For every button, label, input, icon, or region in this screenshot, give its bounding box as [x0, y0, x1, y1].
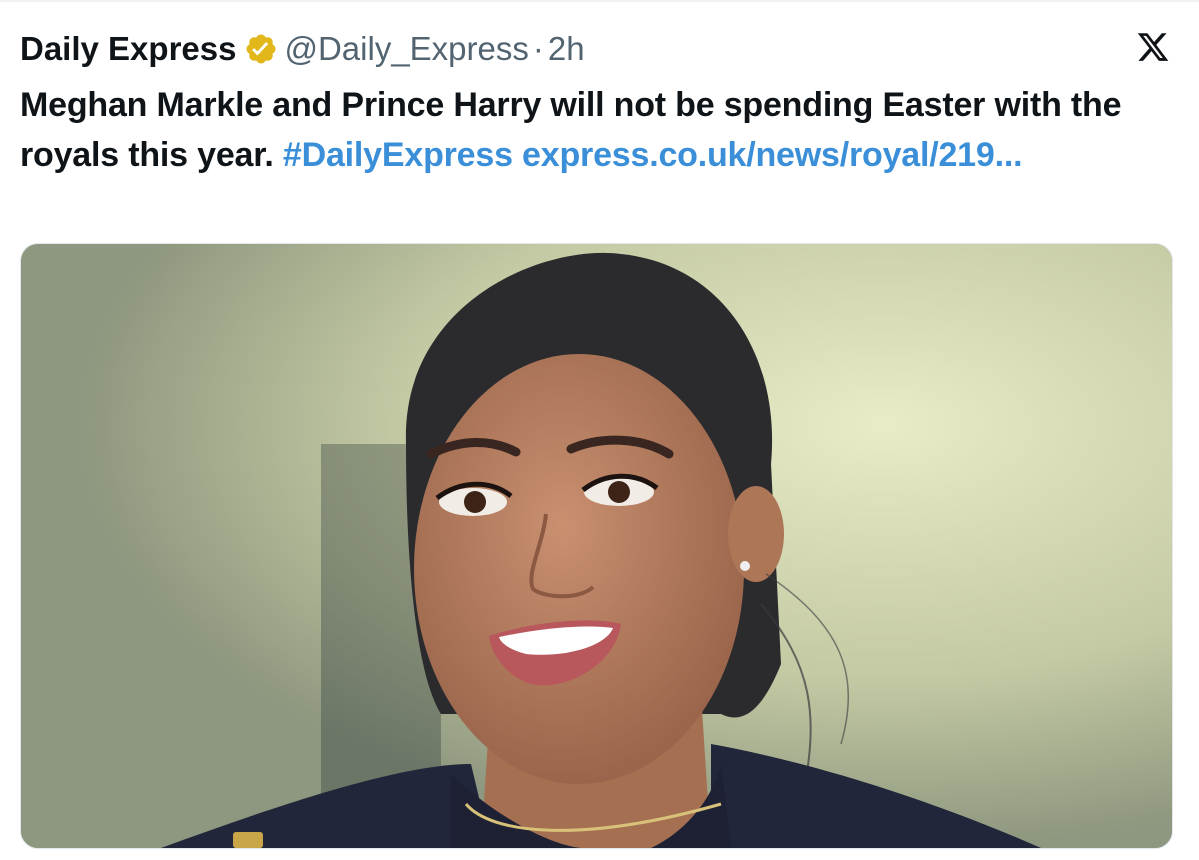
- tweet-header: Daily Express @Daily_Express · 2h: [20, 26, 585, 72]
- portrait-photo: [21, 244, 1172, 848]
- author-name[interactable]: Daily Express: [20, 26, 236, 72]
- tweet-text: Meghan Markle and Prince Harry will not …: [20, 80, 1180, 180]
- separator-dot: ·: [532, 30, 544, 67]
- verified-badge-icon: [244, 32, 278, 66]
- hashtag-link[interactable]: #DailyExpress: [283, 136, 513, 174]
- tweet-card[interactable]: Daily Express @Daily_Express · 2h Meghan…: [0, 0, 1199, 860]
- divider: [0, 0, 1199, 2]
- tweet-media-photo[interactable]: [20, 243, 1173, 849]
- x-logo-icon[interactable]: [1136, 30, 1170, 64]
- author-handle[interactable]: @Daily_Express: [284, 26, 528, 72]
- article-link[interactable]: express.co.uk/news/royal/219...: [522, 136, 1023, 174]
- tweet-timestamp[interactable]: 2h: [548, 26, 585, 72]
